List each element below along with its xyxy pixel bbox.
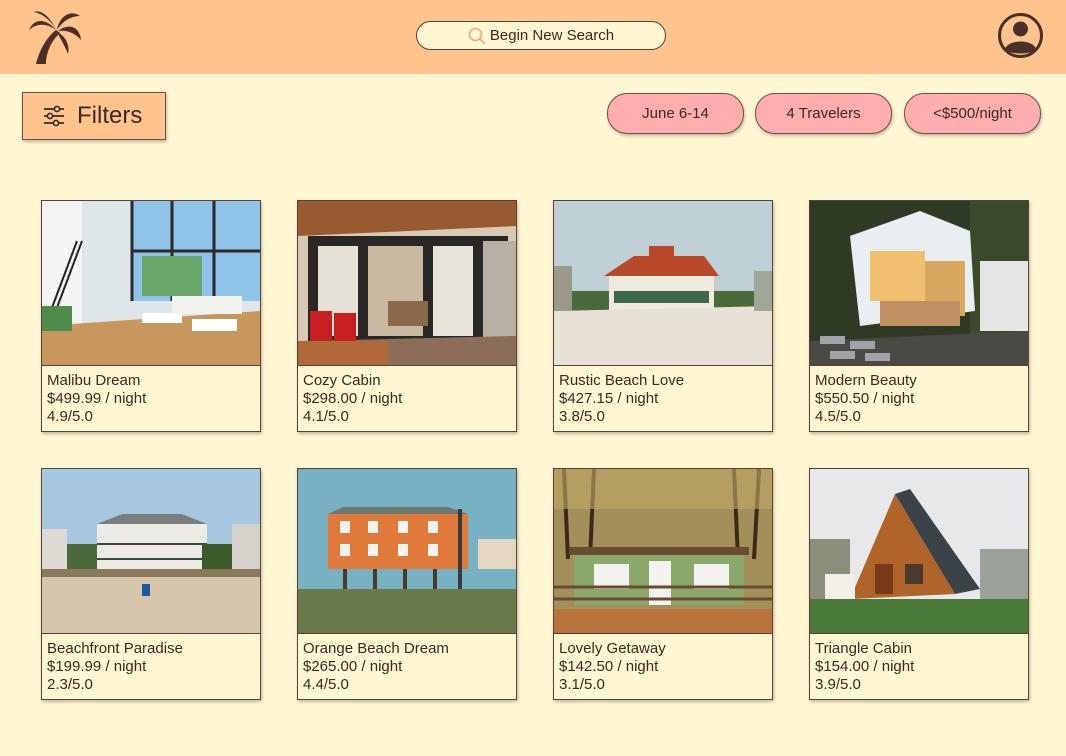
orange-stilt-house-photo	[298, 469, 516, 634]
beachfront-house-photo	[42, 469, 260, 634]
search-bar[interactable]: Begin New Search	[416, 21, 666, 50]
green-cottage-photo	[554, 469, 772, 634]
listing-card[interactable]: Lovely Getaway $142.50 / night 3.1/5.0	[553, 468, 773, 700]
listing-name: Lovely Getaway	[559, 640, 666, 657]
listing-card[interactable]: Rustic Beach Love $427.15 / night 3.8/5.…	[553, 200, 773, 432]
a-frame-cabin-photo	[810, 469, 1028, 634]
listing-name: Beachfront Paradise	[47, 640, 183, 657]
listing-card[interactable]: Modern Beauty $550.50 / night 4.5/5.0	[809, 200, 1029, 432]
listing-name: Triangle Cabin	[815, 640, 912, 657]
listing-price: $298.00 / night	[303, 390, 403, 407]
listing-price: $265.00 / night	[303, 658, 403, 675]
price-chip[interactable]: <$500/night	[904, 93, 1041, 134]
modern-house-photo	[810, 201, 1028, 366]
listing-rating: 3.8/5.0	[559, 408, 605, 425]
listing-price: $154.00 / night	[815, 658, 915, 675]
modern-interior-photo	[42, 201, 260, 366]
listing-name: Orange Beach Dream	[303, 640, 449, 657]
listing-price: $550.50 / night	[815, 390, 915, 407]
filters-button[interactable]: Filters	[22, 92, 166, 140]
user-avatar-icon[interactable]	[997, 12, 1044, 59]
listing-price: $499.99 / night	[47, 390, 147, 407]
listing-rating: 3.1/5.0	[559, 676, 605, 693]
listing-name: Malibu Dream	[47, 372, 141, 389]
top-bar: Begin New Search	[0, 0, 1066, 74]
listing-card[interactable]: Beachfront Paradise $199.99 / night 2.3/…	[41, 468, 261, 700]
beach-house-photo	[554, 201, 772, 366]
search-icon	[468, 27, 486, 45]
listing-name: Cozy Cabin	[303, 372, 381, 389]
listing-card[interactable]: Cozy Cabin $298.00 / night 4.1/5.0	[297, 200, 517, 432]
cabin-porch-photo	[298, 201, 516, 366]
listing-name: Rustic Beach Love	[559, 372, 685, 389]
listing-price: $427.15 / night	[559, 390, 659, 407]
listing-card[interactable]: Orange Beach Dream $265.00 / night 4.4/5…	[297, 468, 517, 700]
listing-rating: 2.3/5.0	[47, 676, 93, 693]
search-placeholder: Begin New Search	[489, 27, 615, 44]
palm-tree-icon[interactable]	[26, 8, 84, 66]
listing-rating: 4.9/5.0	[47, 408, 93, 425]
listing-rating: 4.4/5.0	[303, 676, 349, 693]
travelers-chip[interactable]: 4 Travelers	[755, 93, 892, 134]
sliders-icon	[44, 105, 64, 127]
listing-name: Modern Beauty	[815, 372, 917, 389]
listing-rating: 4.5/5.0	[815, 408, 861, 425]
listing-card[interactable]: Malibu Dream $499.99 / night 4.9/5.0	[41, 200, 261, 432]
listing-price: $142.50 / night	[559, 658, 659, 675]
listing-rating: 4.1/5.0	[303, 408, 349, 425]
listing-card[interactable]: Triangle Cabin $154.00 / night 3.9/5.0	[809, 468, 1029, 700]
listing-price: $199.99 / night	[47, 658, 147, 675]
listing-rating: 3.9/5.0	[815, 676, 861, 693]
dates-chip[interactable]: June 6-14	[607, 93, 744, 134]
filters-label: Filters	[77, 102, 143, 129]
